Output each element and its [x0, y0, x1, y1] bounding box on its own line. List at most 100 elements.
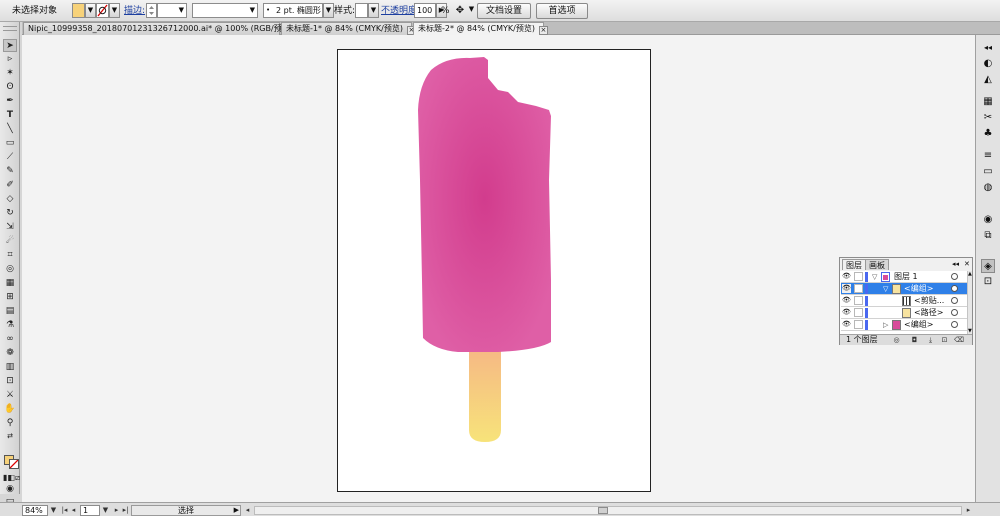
brush-profile-dropdown[interactable]: ▼: [323, 3, 334, 18]
line-tool-icon[interactable]: ╲: [3, 123, 17, 136]
hand-tool-icon[interactable]: ✋: [3, 403, 17, 416]
magic-wand-tool-icon[interactable]: ✶: [3, 67, 17, 80]
zoom-field[interactable]: 84%: [22, 505, 48, 516]
canvas-area[interactable]: [22, 35, 975, 502]
type-tool-icon[interactable]: T: [3, 109, 17, 122]
target-circle-icon[interactable]: [951, 297, 958, 304]
fill-dropdown[interactable]: ▼: [85, 3, 96, 18]
locate-object-icon[interactable]: ◎: [892, 335, 901, 345]
tab-document-2[interactable]: 未标题-1* @ 84% (CMYK/预览) ×: [281, 22, 416, 35]
swatches-panel-icon[interactable]: ▦: [981, 95, 995, 109]
style-dropdown[interactable]: ▼: [368, 3, 379, 18]
warp-tool-icon[interactable]: ☄: [3, 235, 17, 248]
column-graph-tool-icon[interactable]: ▥: [3, 361, 17, 374]
delete-layer-icon[interactable]: ⌫: [954, 335, 964, 345]
brush-profile-field[interactable]: • 2 pt. 椭圆形: [263, 3, 323, 18]
panel-close-icon[interactable]: ✕: [964, 260, 970, 268]
rectangle-tool-icon[interactable]: ▭: [3, 137, 17, 150]
target-circle-icon[interactable]: [951, 285, 958, 292]
artboards-panel-icon[interactable]: ⊡: [981, 275, 995, 289]
stroke-panel-icon[interactable]: ≡: [981, 149, 995, 163]
artboard-number-field[interactable]: 1: [80, 505, 100, 516]
next-artboard-icon[interactable]: ▸: [112, 505, 121, 515]
free-transform-tool-icon[interactable]: ⌗: [3, 249, 17, 262]
scroll-left-icon[interactable]: ◂: [243, 505, 252, 515]
disclosure-triangle-collapsed-icon[interactable]: ▷: [883, 319, 888, 331]
horizontal-scroll-thumb[interactable]: [598, 507, 608, 514]
stroke-dropdown[interactable]: ▼: [109, 3, 120, 18]
layers-scrollbar[interactable]: ▲ ▼: [967, 271, 972, 334]
layer-row-group-1[interactable]: 👁 ▽ <编组>: [841, 283, 967, 295]
disclosure-triangle-expanded-icon[interactable]: ▽: [883, 283, 888, 295]
graphic-styles-icon[interactable]: ⧉: [981, 229, 995, 243]
selection-tool-icon[interactable]: ➤: [3, 39, 17, 52]
appearance-panel-icon[interactable]: ◉: [981, 213, 995, 227]
layer-row-group-2[interactable]: 👁 ▷ <编组>: [841, 319, 967, 331]
gradient-panel-icon[interactable]: ▭: [981, 165, 995, 179]
zoom-tool-icon[interactable]: ⚲: [3, 417, 17, 430]
collapse-dock-icon[interactable]: ◂◂: [981, 41, 995, 55]
artboard-dropdown-icon[interactable]: ▼: [101, 505, 110, 515]
status-menu-arrow-icon[interactable]: ▶: [234, 506, 239, 515]
visibility-eye-icon[interactable]: 👁: [842, 272, 851, 281]
recolor-dropdown[interactable]: ▼: [466, 3, 477, 18]
eyedropper-tool-icon[interactable]: ⚗: [3, 319, 17, 332]
pencil-tool-icon[interactable]: ✎: [3, 165, 17, 178]
new-layer-icon[interactable]: ⊡: [940, 335, 949, 345]
panel-collapse-icon[interactable]: ◂◂: [952, 260, 959, 268]
lasso-tool-icon[interactable]: ʘ: [3, 81, 17, 94]
make-clipping-mask-icon[interactable]: ◘: [910, 335, 919, 345]
tab-artboards[interactable]: 画板: [865, 259, 889, 270]
lock-toggle[interactable]: [854, 308, 863, 317]
horizontal-scrollbar[interactable]: [254, 506, 962, 515]
lock-toggle[interactable]: [854, 272, 863, 281]
layers-panel-icon[interactable]: ◈: [981, 259, 995, 273]
target-circle-icon[interactable]: [951, 273, 958, 280]
tab-layers[interactable]: 图层: [842, 259, 866, 270]
transparency-panel-icon[interactable]: ◍: [981, 181, 995, 195]
popsicle-artwork[interactable]: [338, 50, 650, 491]
visibility-eye-icon[interactable]: 👁: [842, 296, 851, 305]
artboard-tool-icon[interactable]: ⊡: [3, 375, 17, 388]
scale-tool-icon[interactable]: ⇲: [3, 221, 17, 234]
visibility-eye-icon[interactable]: 👁: [842, 284, 851, 293]
variable-width-field[interactable]: ▼: [192, 3, 258, 18]
color-guide-icon[interactable]: ◭: [981, 73, 995, 87]
pen-tool-icon[interactable]: ✒: [3, 95, 17, 108]
fill-swatch[interactable]: [72, 3, 85, 18]
lock-toggle[interactable]: [854, 296, 863, 305]
recolor-artwork-icon[interactable]: ✥: [453, 4, 467, 18]
paintbrush-tool-icon[interactable]: ⟋: [3, 151, 17, 164]
perspective-grid-tool-icon[interactable]: ▦: [3, 277, 17, 290]
toolbar-grip[interactable]: [3, 26, 17, 31]
direct-selection-tool-icon[interactable]: ▹: [3, 53, 17, 66]
stroke-weight-field[interactable]: ▼: [157, 3, 187, 18]
brushes-panel-icon[interactable]: ✂: [981, 111, 995, 125]
stroke-label[interactable]: 描边:: [124, 5, 145, 17]
lock-toggle[interactable]: [854, 320, 863, 329]
rotate-tool-icon[interactable]: ↻: [3, 207, 17, 220]
layer-row-layer1[interactable]: 👁 ▽ 图层 1: [841, 271, 967, 283]
last-artboard-icon[interactable]: ▸|: [121, 505, 130, 515]
symbol-sprayer-tool-icon[interactable]: ❁: [3, 347, 17, 360]
slice-tool-icon[interactable]: ⚔: [3, 389, 17, 402]
preferences-button[interactable]: 首选项: [536, 3, 588, 19]
new-sublayer-icon[interactable]: ⤓: [926, 335, 935, 345]
symbols-panel-icon[interactable]: ♣: [981, 127, 995, 141]
visibility-eye-icon[interactable]: 👁: [842, 308, 851, 317]
default-colors-icon[interactable]: ⇄: [3, 430, 17, 443]
target-circle-icon[interactable]: [951, 321, 958, 328]
opacity-field[interactable]: 100: [414, 3, 436, 18]
first-artboard-icon[interactable]: |◂: [60, 505, 69, 515]
shape-builder-tool-icon[interactable]: ◎: [3, 263, 17, 276]
artboard[interactable]: [337, 49, 651, 492]
status-info-field[interactable]: 选择 ▶: [131, 505, 241, 516]
visibility-eye-icon[interactable]: 👁: [842, 320, 851, 329]
scroll-right-icon[interactable]: ▸: [964, 505, 973, 515]
layer-row-clipping[interactable]: 👁 <剪贴...: [841, 295, 967, 307]
document-setup-button[interactable]: 文档设置: [477, 3, 531, 19]
tab-document-3[interactable]: 未标题-2* @ 84% (CMYK/预览) ×: [413, 22, 548, 35]
target-circle-icon[interactable]: [951, 309, 958, 316]
tab-close-icon[interactable]: ×: [538, 26, 548, 35]
stroke-color-box[interactable]: [9, 459, 19, 469]
